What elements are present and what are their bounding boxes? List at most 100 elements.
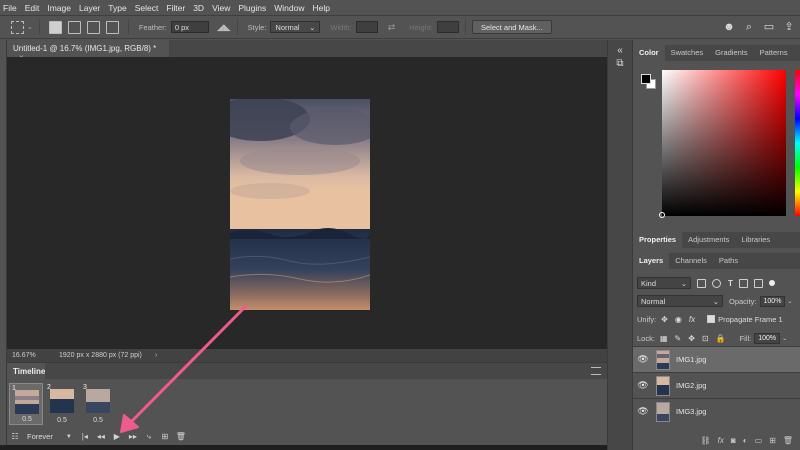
menu-help[interactable]: Help — [312, 3, 329, 13]
style-select[interactable]: Normal ⌄ — [270, 21, 321, 33]
tab-swatches[interactable]: Swatches — [665, 45, 710, 61]
select-and-mask-button[interactable]: Select and Mask... — [472, 20, 552, 34]
layer-row[interactable]: 👁 IMG2.jpg — [633, 372, 800, 398]
layer-mask-icon[interactable]: ◙ — [731, 436, 736, 445]
menu-3d[interactable]: 3D — [193, 3, 204, 13]
visibility-eye-icon[interactable]: 👁 — [633, 406, 653, 417]
tab-libraries[interactable]: Libraries — [735, 232, 776, 248]
unify-visibility-icon[interactable]: ◉ — [675, 315, 682, 324]
delete-layer-icon[interactable]: 🗑 — [783, 436, 793, 445]
width-input[interactable] — [355, 21, 378, 33]
type-filter-icon[interactable]: T — [728, 279, 733, 288]
chevron-right-icon[interactable]: › — [155, 352, 157, 359]
tab-patterns[interactable]: Patterns — [754, 45, 794, 61]
group-icon[interactable]: ▭ — [755, 436, 763, 445]
tab-timeline[interactable]: Timeline — [7, 363, 45, 380]
marquee-tool-icon[interactable] — [11, 20, 24, 34]
menu-view[interactable]: View — [212, 3, 230, 13]
tab-gradients[interactable]: Gradients — [709, 45, 754, 61]
search-icon[interactable]: ⌕ — [742, 20, 756, 34]
filter-toggle-icon[interactable] — [768, 280, 775, 286]
menu-window[interactable]: Window — [274, 3, 304, 13]
height-input[interactable] — [437, 21, 459, 33]
layer-row[interactable]: 👁 IMG1.jpg — [633, 346, 800, 372]
chevron-down-icon[interactable]: ⌄ — [27, 23, 33, 31]
intersect-selection-icon[interactable] — [105, 20, 119, 34]
menu-image[interactable]: Image — [47, 3, 71, 13]
anti-alias-icon[interactable]: ◢◣ — [217, 22, 231, 33]
menu-filter[interactable]: Filter — [166, 3, 185, 13]
fill-input[interactable]: 100% — [754, 332, 781, 344]
tab-color[interactable]: Color — [633, 45, 665, 61]
layer-kind-filter[interactable]: Kind ⌄ — [637, 277, 691, 289]
duplicate-frame-icon[interactable]: ⊞ — [157, 432, 173, 441]
new-selection-icon[interactable] — [48, 20, 62, 34]
workspace-icon[interactable]: ▭ — [762, 20, 776, 34]
swap-icon[interactable]: ⇄ — [388, 22, 396, 33]
first-frame-icon[interactable]: |◂ — [77, 432, 93, 441]
next-frame-icon[interactable]: ▸▸ — [125, 432, 141, 441]
timeline-frame-1[interactable]: 1 0.5 — [9, 383, 43, 425]
layer-name[interactable]: IMG3.jpg — [676, 407, 706, 416]
adjustment-filter-icon[interactable] — [712, 278, 721, 288]
color-picker-field[interactable] — [662, 70, 786, 216]
foreground-color-swatch[interactable] — [641, 74, 651, 84]
tween-icon[interactable]: ⤷ — [141, 432, 157, 442]
zoom-level[interactable]: 16.67% — [7, 352, 47, 359]
add-to-selection-icon[interactable] — [67, 20, 81, 34]
tab-adjustments[interactable]: Adjustments — [682, 232, 735, 248]
menu-type[interactable]: Type — [108, 3, 126, 13]
tab-channels[interactable]: Channels — [669, 253, 713, 269]
timeline-frame-2[interactable]: 2 0.5 — [45, 383, 79, 425]
hue-slider[interactable] — [795, 70, 800, 216]
layer-name[interactable]: IMG1.jpg — [676, 355, 706, 364]
menu-select[interactable]: Select — [135, 3, 159, 13]
menu-layer[interactable]: Layer — [79, 3, 100, 13]
smart-object-filter-icon[interactable] — [753, 278, 763, 288]
tab-layers[interactable]: Layers — [633, 253, 670, 269]
unify-style-icon[interactable]: fx — [689, 315, 695, 324]
convert-timeline-icon[interactable]: ☷ — [7, 432, 23, 441]
tools-panel[interactable] — [0, 40, 7, 450]
visibility-eye-icon[interactable]: 👁 — [633, 354, 653, 365]
link-layers-icon[interactable]: ⛓ — [701, 436, 711, 445]
account-icon[interactable]: ☻ — [722, 20, 736, 34]
frame-delay[interactable]: 0.5 — [81, 417, 115, 424]
lock-artboard-icon[interactable]: ⊡ — [702, 334, 709, 343]
panel-menu-icon[interactable] — [591, 367, 601, 375]
document-image[interactable] — [230, 99, 370, 310]
loop-options[interactable]: Forever — [27, 432, 53, 441]
shape-filter-icon[interactable] — [738, 278, 748, 288]
tab-paths[interactable]: Paths — [713, 253, 744, 269]
lock-all-icon[interactable]: 🔒 — [716, 334, 726, 343]
unify-position-icon[interactable]: ✥ — [661, 315, 668, 324]
new-layer-icon[interactable]: ⊞ — [769, 436, 776, 445]
visibility-eye-icon[interactable]: 👁 — [633, 380, 653, 391]
chevron-down-icon[interactable]: ▼ — [61, 434, 77, 440]
timeline-frame-3[interactable]: 3 0.5 — [81, 383, 115, 425]
pixel-filter-icon[interactable] — [697, 278, 706, 288]
frame-delay[interactable]: 0.5 — [45, 417, 79, 424]
share-icon[interactable]: ⇪ — [782, 20, 796, 34]
layer-name[interactable]: IMG2.jpg — [676, 381, 706, 390]
menu-edit[interactable]: Edit — [25, 3, 40, 13]
history-icon[interactable]: ⧉ — [614, 58, 626, 70]
play-icon[interactable]: ▶ — [109, 432, 125, 441]
lock-position-icon[interactable]: ✥ — [688, 334, 695, 343]
menu-plugins[interactable]: Plugins — [238, 3, 266, 13]
opacity-input[interactable]: 100% — [759, 295, 786, 307]
propagate-frame-checkbox[interactable] — [707, 315, 716, 323]
tab-properties[interactable]: Properties — [633, 232, 683, 248]
chevron-down-icon[interactable]: ⌄ — [782, 335, 787, 342]
menu-file[interactable]: File — [3, 3, 17, 13]
lock-image-icon[interactable]: ✎ — [675, 334, 682, 343]
delete-frame-icon[interactable]: 🗑 — [173, 432, 189, 441]
subtract-from-selection-icon[interactable] — [86, 20, 100, 34]
canvas-area[interactable] — [7, 57, 607, 349]
collapse-arrows-icon[interactable]: « — [614, 45, 626, 57]
feather-input[interactable]: 0 px — [170, 21, 209, 33]
layer-row[interactable]: 👁 IMG3.jpg — [633, 398, 800, 424]
document-tab[interactable]: Untitled-1 @ 16.7% (IMG1.jpg, RGB/8) * × — [7, 40, 169, 62]
adjustment-layer-icon[interactable]: ◐ — [743, 436, 748, 445]
color-picker-cursor[interactable] — [659, 212, 665, 218]
